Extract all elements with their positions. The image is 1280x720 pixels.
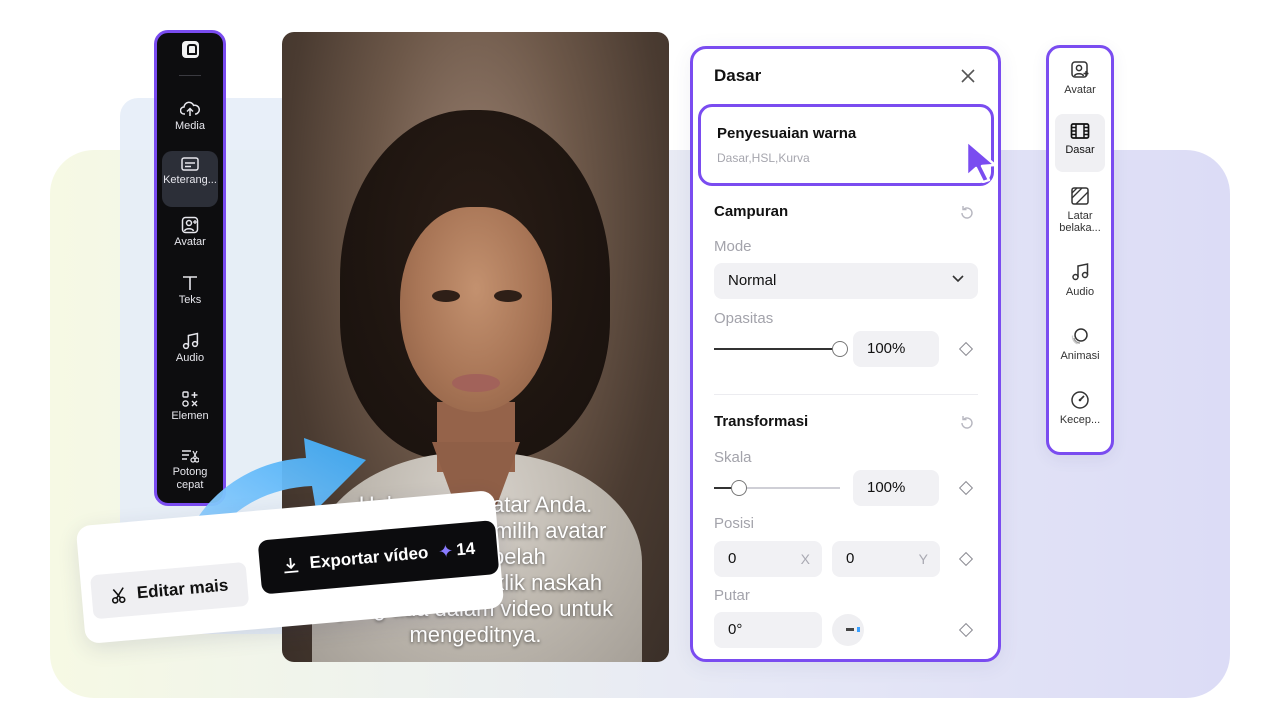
mouse-cursor-icon	[965, 139, 997, 183]
keyframe-diamond-icon[interactable]	[958, 341, 974, 357]
close-icon[interactable]	[959, 67, 977, 85]
panel-title: Dasar	[714, 66, 762, 85]
edit-more-label: Editar mais	[136, 575, 229, 603]
download-icon	[284, 557, 299, 574]
export-credit-count: 14	[455, 538, 476, 560]
opacity-slider-knob[interactable]	[832, 341, 848, 357]
right-sidebar-item-speed[interactable]: Kecep...	[1055, 382, 1105, 440]
scale-value: 100%	[867, 479, 906, 496]
sidebar-item-avatar[interactable]: Avatar	[162, 211, 218, 267]
music-note-icon	[1072, 263, 1089, 281]
caption-line: mengeditnya.	[409, 622, 542, 647]
color-adjustment-subtitle: Dasar,HSL,Kurva	[717, 151, 810, 165]
color-adjustment-title: Penyesuaian warna	[717, 125, 857, 142]
chevron-down-icon	[952, 275, 964, 283]
music-note-icon	[182, 332, 199, 350]
mode-label: Mode	[714, 238, 752, 255]
right-sidebar-item-avatar[interactable]: Avatar	[1055, 52, 1105, 110]
stage: Media Keterang... Avatar Teks Audio Elem…	[0, 0, 1280, 720]
position-y-input[interactable]: 0 Y	[832, 541, 940, 577]
opacity-value: 100%	[867, 340, 906, 357]
film-icon	[1070, 123, 1090, 139]
avatar-lips	[452, 374, 500, 392]
sidebar-item-label: Media	[175, 120, 205, 132]
export-video-button[interactable]: Exportar vídeo ✦ 14	[257, 519, 500, 595]
sidebar-item-media[interactable]: Media	[162, 95, 218, 151]
background-icon	[1071, 187, 1089, 205]
sidebar-item-captions[interactable]: Keterang...	[162, 151, 218, 207]
sidebar-item-label: Avatar	[174, 236, 206, 248]
sidebar-item-audio[interactable]: Audio	[162, 327, 218, 383]
opacity-input[interactable]: 100%	[853, 331, 939, 367]
app-logo	[182, 41, 199, 58]
sidebar-divider	[179, 75, 201, 76]
right-sidebar-item-audio[interactable]: Audio	[1055, 254, 1105, 312]
section-divider	[714, 394, 978, 395]
color-adjustment-card[interactable]: Penyesuaian warna Dasar,HSL,Kurva	[698, 104, 994, 186]
sidebar-item-label: Keterang...	[163, 174, 217, 186]
right-sidebar-item-basic[interactable]: Dasar	[1055, 114, 1105, 172]
keyframe-diamond-icon[interactable]	[958, 480, 974, 496]
captions-icon	[181, 157, 199, 171]
sidebar-item-label: Audio	[175, 352, 205, 364]
reset-icon[interactable]	[959, 415, 975, 431]
blend-mode-value: Normal	[728, 272, 777, 289]
sparkle-icon: ✦	[437, 540, 455, 562]
export-credits: ✦ 14	[437, 538, 476, 562]
right-sidebar-item-label: Kecep...	[1059, 414, 1101, 426]
right-sidebar-item-label: Avatar	[1064, 84, 1096, 96]
avatar-left-eye	[432, 290, 460, 302]
properties-panel: Dasar Penyesuaian warna Dasar,HSL,Kurva …	[690, 46, 1001, 662]
right-sidebar-item-animation[interactable]: Animasi	[1055, 318, 1105, 376]
transform-section-title: Transformasi	[714, 413, 809, 430]
keyframe-diamond-icon[interactable]	[958, 622, 974, 638]
rotate-input[interactable]: 0°	[714, 612, 822, 648]
rotate-label: Putar	[714, 587, 750, 604]
animation-icon	[1071, 328, 1088, 345]
avatar-icon	[1071, 61, 1089, 78]
text-icon	[183, 276, 197, 290]
blend-section-title: Campuran	[714, 203, 789, 220]
avatar-icon	[181, 216, 199, 234]
avatar-right-eye	[494, 290, 522, 302]
right-sidebar-item-label: Latar	[1067, 210, 1093, 222]
reset-icon[interactable]	[959, 205, 975, 221]
edit-more-button[interactable]: Editar mais	[89, 561, 250, 620]
export-video-label: Exportar vídeo	[308, 542, 430, 573]
elements-icon	[182, 391, 198, 407]
opacity-slider-fill	[714, 348, 840, 350]
keyframe-diamond-icon[interactable]	[958, 551, 974, 567]
right-sidebar-item-label: Animasi	[1060, 350, 1100, 362]
right-sidebar-item-label: Audio	[1065, 286, 1095, 298]
scale-slider-knob[interactable]	[731, 480, 747, 496]
blend-mode-select[interactable]: Normal	[714, 263, 978, 299]
scale-input[interactable]: 100%	[853, 470, 939, 506]
position-y-axis-label: Y	[918, 551, 928, 567]
position-label: Posisi	[714, 515, 755, 532]
position-x-value: 0	[728, 550, 737, 567]
rotation-dial[interactable]	[832, 614, 864, 646]
right-sidebar-item-background[interactable]: Latar belaka...	[1055, 178, 1105, 242]
position-x-input[interactable]: 0 X	[714, 541, 822, 577]
scale-label: Skala	[714, 449, 752, 466]
opacity-label: Opasitas	[714, 310, 774, 327]
cloud-upload-icon	[180, 101, 200, 116]
sidebar-item-text[interactable]: Teks	[162, 269, 218, 325]
scissors-icon	[112, 587, 126, 604]
right-sidebar: Avatar Dasar Latar belaka... Audio Anima…	[1046, 45, 1114, 455]
position-y-value: 0	[846, 550, 855, 567]
position-x-axis-label: X	[800, 551, 810, 567]
rotate-value: 0°	[728, 621, 743, 638]
right-sidebar-item-label-line2: belaka...	[1059, 222, 1101, 234]
speed-icon	[1071, 391, 1089, 409]
right-sidebar-item-label: Dasar	[1065, 144, 1095, 156]
sidebar-item-label: Teks	[178, 294, 202, 306]
